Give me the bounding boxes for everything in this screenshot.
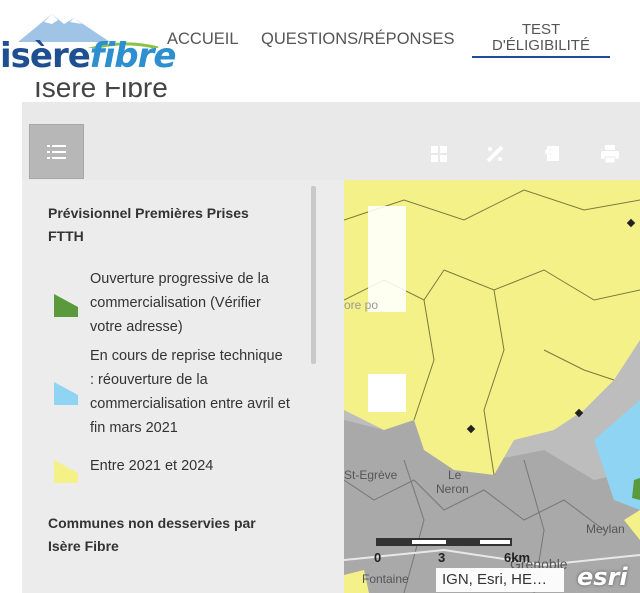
nav-test-line2: D'ÉLIGIBILITÉ bbox=[492, 37, 590, 54]
map-label-meylan: Meylan bbox=[586, 522, 625, 536]
map-label-le: Le bbox=[448, 468, 462, 482]
legend-label-reprise: En cours de reprise technique : réouvert… bbox=[90, 348, 290, 436]
map-application: Prévisionnel Premières Prises FTTH Ouver… bbox=[22, 102, 640, 593]
scale-label-end: 6km bbox=[504, 550, 531, 565]
map-label-st-egreve: St-Egrève bbox=[344, 468, 398, 482]
site-header: isèrefibre ACCUEIL QUESTIONS/RÉPONSES TE… bbox=[0, 0, 640, 80]
legend-scrollbar[interactable] bbox=[311, 186, 316, 364]
legend-heading-non-desservies: Communes non desservies par Isère Fibre bbox=[48, 515, 256, 554]
map-label-neron: Neron bbox=[436, 482, 469, 496]
map-toolbar bbox=[22, 102, 640, 180]
nav-test-eligibilite[interactable]: TEST D'ÉLIGIBILITÉ bbox=[472, 22, 610, 54]
green-polygon-swatch-icon bbox=[54, 294, 78, 317]
scale-label-zero: 0 bbox=[374, 550, 382, 565]
page-title: Isère Fibre bbox=[34, 82, 168, 103]
map-attribution[interactable]: IGN, Esri, HE… bbox=[436, 568, 564, 592]
legend-toggle-button[interactable] bbox=[29, 124, 84, 179]
nav-questions-reponses[interactable]: QUESTIONS/RÉPONSES bbox=[261, 30, 454, 49]
blue-polygon-swatch-icon bbox=[54, 382, 78, 405]
basemap-gallery-icon[interactable] bbox=[429, 144, 449, 164]
map-label-fontaine: Fontaine bbox=[362, 572, 409, 586]
measure-icon[interactable] bbox=[485, 144, 505, 164]
active-nav-underline bbox=[472, 56, 610, 58]
map-label-ore-po: ore po bbox=[344, 298, 379, 312]
legend-item-ouverture: Ouverture progressive de la commercialis… bbox=[48, 267, 318, 341]
legend-item-reprise: En cours de reprise technique : réouvert… bbox=[48, 344, 318, 444]
esri-logo[interactable]: esri bbox=[577, 563, 628, 591]
home-button[interactable] bbox=[368, 374, 406, 412]
legend-label-2021-2024: Entre 2021 et 2024 bbox=[90, 458, 214, 474]
scale-label-mid: 3 bbox=[438, 550, 446, 565]
legend-heading-previsionnel: Prévisionnel Premières Prises FTTH bbox=[48, 205, 249, 244]
list-icon bbox=[46, 144, 66, 159]
logo-wordmark: isèrefibre bbox=[0, 36, 176, 76]
legend-label-ouverture: Ouverture progressive de la commercialis… bbox=[90, 271, 269, 335]
legend-panel: Prévisionnel Premières Prises FTTH Ouver… bbox=[29, 180, 339, 593]
yellow-polygon-swatch-icon bbox=[54, 460, 78, 483]
nav-accueil[interactable]: ACCUEIL bbox=[167, 30, 239, 49]
zoom-slider[interactable] bbox=[368, 206, 406, 312]
map-view[interactable]: St-Egrève Le Neron Meylan Grenoble Fonta… bbox=[344, 180, 640, 593]
layer-list-icon[interactable] bbox=[543, 144, 563, 164]
legend-item-2021-2024: Entre 2021 et 2024 bbox=[48, 454, 318, 484]
isere-fibre-logo[interactable]: isèrefibre bbox=[0, 8, 176, 76]
nav-test-line1: TEST bbox=[521, 21, 561, 38]
print-icon[interactable] bbox=[600, 144, 620, 164]
scale-bar bbox=[376, 538, 512, 546]
